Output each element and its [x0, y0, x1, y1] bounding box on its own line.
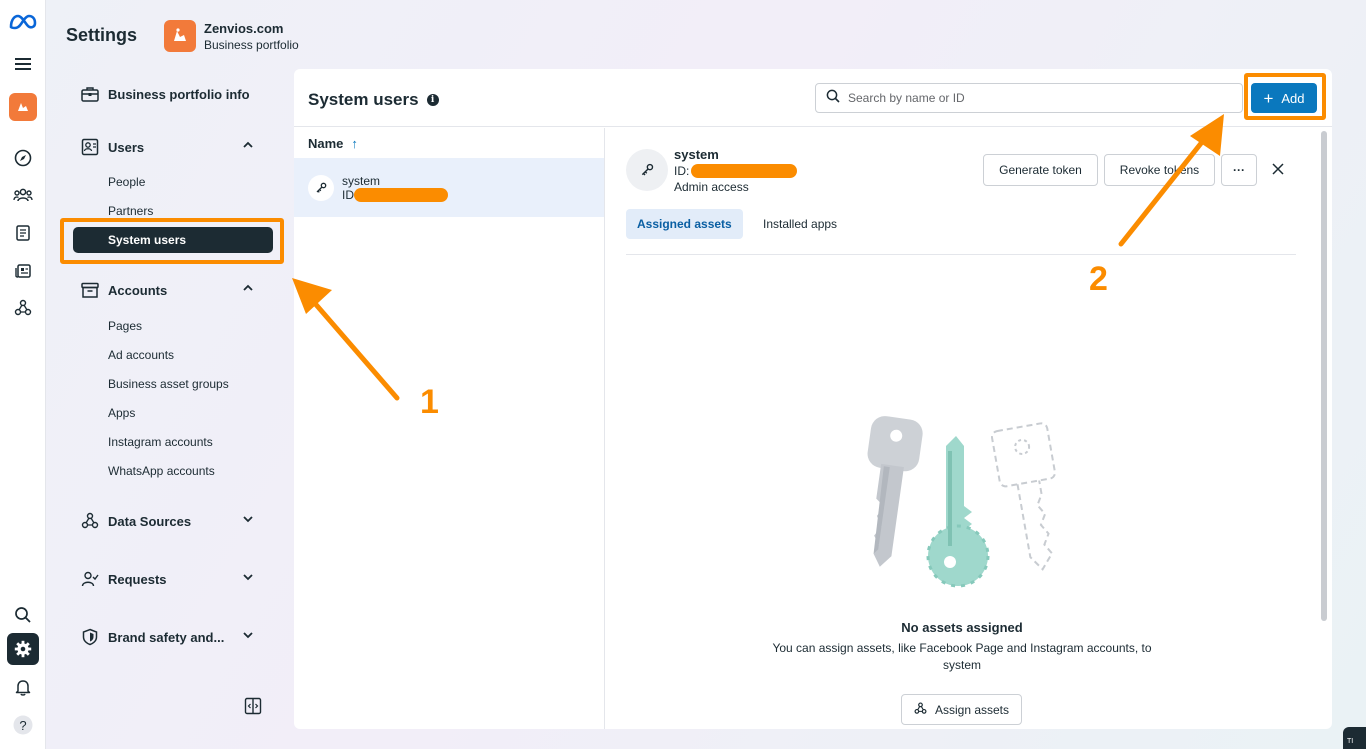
nav-ad-accounts[interactable]: Ad accounts	[108, 348, 174, 362]
redaction-mark	[691, 164, 798, 178]
meta-logo-icon[interactable]	[7, 6, 39, 38]
bell-icon[interactable]	[7, 671, 39, 703]
nav-users[interactable]: Users	[66, 135, 276, 159]
search-icon	[826, 89, 840, 108]
help-icon[interactable]: ?	[7, 709, 39, 741]
access-level: Admin access	[674, 180, 749, 194]
nav-label: Requests	[108, 571, 167, 587]
system-user-id: ID:	[674, 163, 798, 179]
nav-partners[interactable]: Partners	[108, 204, 153, 218]
more-options-button[interactable]: ···	[1221, 154, 1257, 186]
svg-text:?: ?	[19, 718, 26, 733]
empty-state-subtitle: You can assign assets, like Facebook Pag…	[772, 641, 1152, 672]
assign-assets-button[interactable]: Assign assets	[901, 694, 1022, 725]
business-name: Zenvios.com	[204, 20, 284, 36]
nav-accounts[interactable]: Accounts	[66, 278, 276, 302]
nav-label: Users	[108, 139, 145, 155]
nav-label: Data Sources	[108, 513, 192, 529]
card-header: System users i + Add	[294, 69, 1332, 127]
nav-whatsapp-accounts[interactable]: WhatsApp accounts	[108, 464, 215, 478]
business-portfolio-switcher[interactable]: Zenvios.com Business portfolio	[164, 20, 299, 52]
business-logo-icon	[164, 20, 196, 52]
system-users-list: Name ↑ system ID	[294, 128, 605, 729]
nav-brand-safety[interactable]: Brand safety and...	[66, 625, 276, 649]
step-number-2: 2	[1089, 260, 1108, 298]
system-user-detail: system ID: Admin access Generate token R…	[606, 128, 1318, 729]
chevron-down-icon[interactable]	[242, 570, 254, 588]
key-icon	[626, 149, 668, 191]
highlight-add-button	[1244, 73, 1326, 120]
compass-icon[interactable]	[7, 142, 39, 174]
redaction-mark	[354, 187, 448, 202]
nav-label: Accounts	[108, 282, 168, 298]
column-header-label: Name	[308, 135, 344, 151]
name-column-header[interactable]: Name ↑	[294, 128, 604, 158]
archive-box-icon	[78, 278, 102, 302]
search-field[interactable]	[815, 83, 1243, 113]
revoke-tokens-button[interactable]: Revoke tokens	[1104, 154, 1215, 186]
nav-business-portfolio-info[interactable]: Business portfolio info	[66, 82, 276, 106]
generate-token-button[interactable]: Generate token	[983, 154, 1098, 186]
nav-data-sources[interactable]: Data Sources	[66, 509, 276, 533]
section-title: System users i	[308, 90, 439, 110]
system-users-card: System users i + Add Name ↑ system I	[294, 69, 1332, 729]
assign-assets-label: Assign assets	[934, 702, 1010, 717]
search-input[interactable]	[848, 91, 1228, 105]
shield-icon	[78, 625, 102, 649]
chevron-down-icon[interactable]	[242, 628, 254, 646]
id-badge-icon	[78, 135, 102, 159]
person-check-icon	[78, 567, 102, 591]
nav-people[interactable]: People	[108, 175, 145, 189]
tab-installed-apps[interactable]: Installed apps	[752, 209, 848, 239]
nav-requests[interactable]: Requests	[66, 567, 276, 591]
list-item[interactable]: system ID	[294, 158, 604, 217]
detail-scrollbar[interactable]	[1321, 131, 1327, 621]
chevron-down-icon[interactable]	[242, 512, 254, 530]
business-avatar-icon[interactable]	[7, 91, 39, 123]
close-icon[interactable]	[1272, 162, 1284, 180]
corner-badge: TI	[1343, 727, 1366, 749]
gear-icon[interactable]	[7, 633, 39, 665]
keys-illustration	[846, 406, 1086, 601]
sort-ascending-icon[interactable]: ↑	[351, 136, 358, 151]
key-icon	[308, 174, 334, 201]
empty-state-title: No assets assigned	[901, 620, 1023, 635]
nav-apps[interactable]: Apps	[108, 406, 135, 420]
tab-assigned-assets[interactable]: Assigned assets	[626, 209, 743, 239]
list-item-name: system	[342, 173, 381, 188]
nav-pages[interactable]: Pages	[108, 319, 142, 333]
list-item-id: ID	[342, 187, 448, 202]
data-sources-icon	[78, 509, 102, 533]
chevron-up-icon[interactable]	[242, 281, 254, 299]
highlight-system-users	[60, 218, 284, 264]
chevron-up-icon[interactable]	[242, 138, 254, 156]
assets-icon	[914, 702, 927, 718]
system-user-info: system ID: Admin access	[674, 147, 798, 195]
news-feed-icon[interactable]	[7, 255, 39, 287]
business-subtitle: Business portfolio	[204, 37, 299, 52]
people-group-icon[interactable]	[7, 179, 39, 211]
nav-label: Brand safety and...	[108, 629, 225, 645]
system-user-name: system	[674, 147, 719, 162]
id-label: ID	[342, 187, 354, 202]
data-sources-icon[interactable]	[7, 292, 39, 324]
menu-icon[interactable]	[7, 48, 39, 80]
global-nav-rail: ?	[0, 0, 46, 749]
page-title: Settings	[66, 25, 138, 45]
nav-label: Business portfolio info	[108, 86, 250, 102]
nav-instagram-accounts[interactable]: Instagram accounts	[108, 435, 213, 449]
id-label: ID:	[674, 164, 690, 178]
briefcase-icon	[78, 82, 102, 106]
search-icon[interactable]	[7, 599, 39, 631]
book-icon[interactable]	[7, 217, 39, 249]
divider	[626, 254, 1296, 255]
collapse-panel-icon[interactable]	[244, 697, 262, 720]
nav-business-asset-groups[interactable]: Business asset groups	[108, 377, 229, 391]
section-title-text: System users	[308, 90, 419, 109]
step-number-1: 1	[420, 383, 439, 421]
info-icon[interactable]: i	[426, 94, 439, 106]
